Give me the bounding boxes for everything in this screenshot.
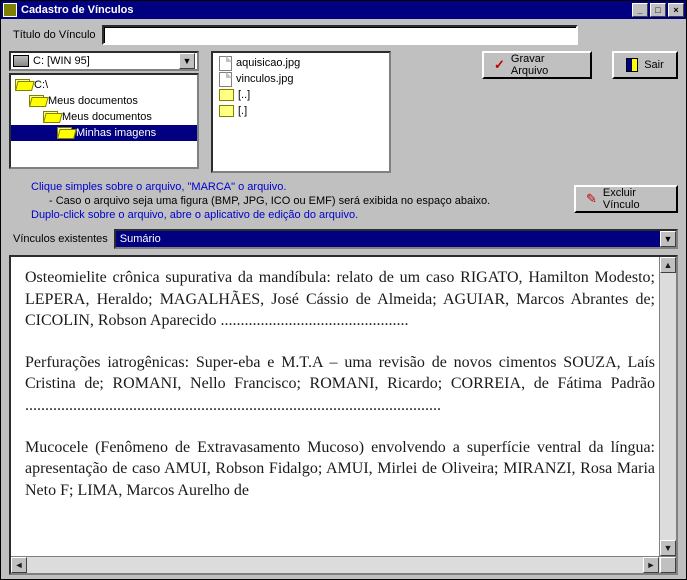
- folder-icon: [57, 127, 72, 139]
- doc-paragraph: Mucocele (Fenômeno de Extravasamento Muc…: [25, 437, 655, 502]
- sair-button[interactable]: Sair: [612, 51, 678, 79]
- folder-tree[interactable]: C:\Meus documentosMeus documentosMinhas …: [9, 73, 199, 169]
- horizontal-scrollbar[interactable]: ◄ ►: [11, 556, 676, 573]
- vinculos-combo[interactable]: Sumário ▼: [114, 229, 678, 249]
- file-item-label: [.]: [238, 105, 247, 117]
- pen-icon: ✎: [586, 191, 597, 207]
- tree-item-label: C:\: [34, 79, 48, 91]
- button-column: ✓ Gravar Arquivo Sair: [482, 51, 678, 79]
- doc-paragraph: Osteomielite crônica supurativa da mandí…: [25, 267, 655, 332]
- scroll-left-icon[interactable]: ◄: [11, 557, 27, 573]
- drive-selected: C: [WIN 95]: [33, 55, 90, 67]
- client-area: Título do Vínculo C: [WIN 95] ▼ C:\Meus …: [1, 19, 686, 579]
- gravar-button[interactable]: ✓ Gravar Arquivo: [482, 51, 592, 79]
- folder-icon: [219, 105, 234, 117]
- check-icon: ✓: [494, 57, 505, 73]
- file-list[interactable]: aquisicao.jpg vinculos.jpg [..] [.]: [211, 51, 391, 173]
- hint-3: Duplo-click sobre o arquivo, abre o apli…: [31, 209, 490, 221]
- scroll-corner: [660, 557, 676, 573]
- file-item[interactable]: [..]: [213, 87, 389, 103]
- vinculos-label: Vínculos existentes: [13, 233, 108, 245]
- close-button[interactable]: ×: [668, 3, 684, 17]
- tree-item-label: Meus documentos: [62, 111, 152, 123]
- tree-item-label: Minhas imagens: [76, 127, 156, 139]
- titulo-input[interactable]: [102, 25, 578, 45]
- folder-icon: [43, 111, 58, 123]
- folder-icon: [15, 79, 30, 91]
- tree-item[interactable]: Meus documentos: [11, 109, 197, 125]
- chevron-down-icon[interactable]: ▼: [660, 231, 676, 247]
- sair-label: Sair: [644, 59, 664, 71]
- drive-tree-col: C: [WIN 95] ▼ C:\Meus documentosMeus doc…: [9, 51, 199, 169]
- drive-combo[interactable]: C: [WIN 95] ▼: [9, 51, 199, 71]
- document-content[interactable]: Osteomielite crônica supurativa da mandí…: [11, 257, 659, 556]
- mid-area: C: [WIN 95] ▼ C:\Meus documentosMeus doc…: [9, 51, 678, 173]
- file-item[interactable]: vinculos.jpg: [213, 71, 389, 87]
- window-title: Cadastro de Vínculos: [21, 4, 630, 16]
- document-viewer: Osteomielite crônica supurativa da mandí…: [9, 255, 678, 575]
- file-icon: [219, 56, 232, 71]
- vinculos-row: Vínculos existentes Sumário ▼: [13, 229, 678, 249]
- minimize-button[interactable]: _: [632, 3, 648, 17]
- vertical-scrollbar[interactable]: ▲ ▼: [659, 257, 676, 556]
- hint-1: Clique simples sobre o arquivo, "MARCA" …: [31, 181, 490, 193]
- titulo-label: Título do Vínculo: [13, 29, 96, 41]
- folder-icon: [219, 89, 234, 101]
- gravar-label: Gravar Arquivo: [511, 53, 580, 77]
- exit-icon: [626, 58, 638, 72]
- window-controls: _ □ ×: [630, 3, 684, 17]
- file-item-label: [..]: [238, 89, 250, 101]
- app-icon: [3, 3, 17, 17]
- vinculos-selected: Sumário: [120, 233, 161, 245]
- file-item[interactable]: aquisicao.jpg: [213, 55, 389, 71]
- scroll-down-icon[interactable]: ▼: [660, 540, 676, 556]
- folder-icon: [29, 95, 44, 107]
- tree-item[interactable]: Meus documentos: [11, 93, 197, 109]
- window-root: Cadastro de Vínculos _ □ × Título do Vín…: [0, 0, 687, 580]
- hints-and-exclude: Clique simples sobre o arquivo, "MARCA" …: [9, 173, 678, 225]
- titulo-row: Título do Vínculo: [13, 25, 578, 45]
- scroll-right-icon[interactable]: ►: [643, 557, 659, 573]
- scroll-up-icon[interactable]: ▲: [660, 257, 676, 273]
- tree-item[interactable]: C:\: [11, 77, 197, 93]
- doc-paragraph: Perfurações iatrogênicas: Super-eba e M.…: [25, 352, 655, 417]
- hints: Clique simples sobre o arquivo, "MARCA" …: [31, 179, 490, 223]
- harddrive-icon: [13, 55, 29, 67]
- hint-2: - Caso o arquivo seja uma figura (BMP, J…: [49, 195, 490, 207]
- tree-item-label: Meus documentos: [48, 95, 138, 107]
- file-item-label: aquisicao.jpg: [236, 57, 300, 69]
- file-item-label: vinculos.jpg: [236, 73, 293, 85]
- maximize-button[interactable]: □: [650, 3, 666, 17]
- file-item[interactable]: [.]: [213, 103, 389, 119]
- excluir-button[interactable]: ✎ Excluir Vínculo: [574, 185, 678, 213]
- file-icon: [219, 72, 232, 87]
- titlebar: Cadastro de Vínculos _ □ ×: [1, 1, 686, 19]
- tree-item[interactable]: Minhas imagens: [11, 125, 197, 141]
- chevron-down-icon[interactable]: ▼: [179, 53, 195, 69]
- excluir-label: Excluir Vínculo: [603, 187, 666, 211]
